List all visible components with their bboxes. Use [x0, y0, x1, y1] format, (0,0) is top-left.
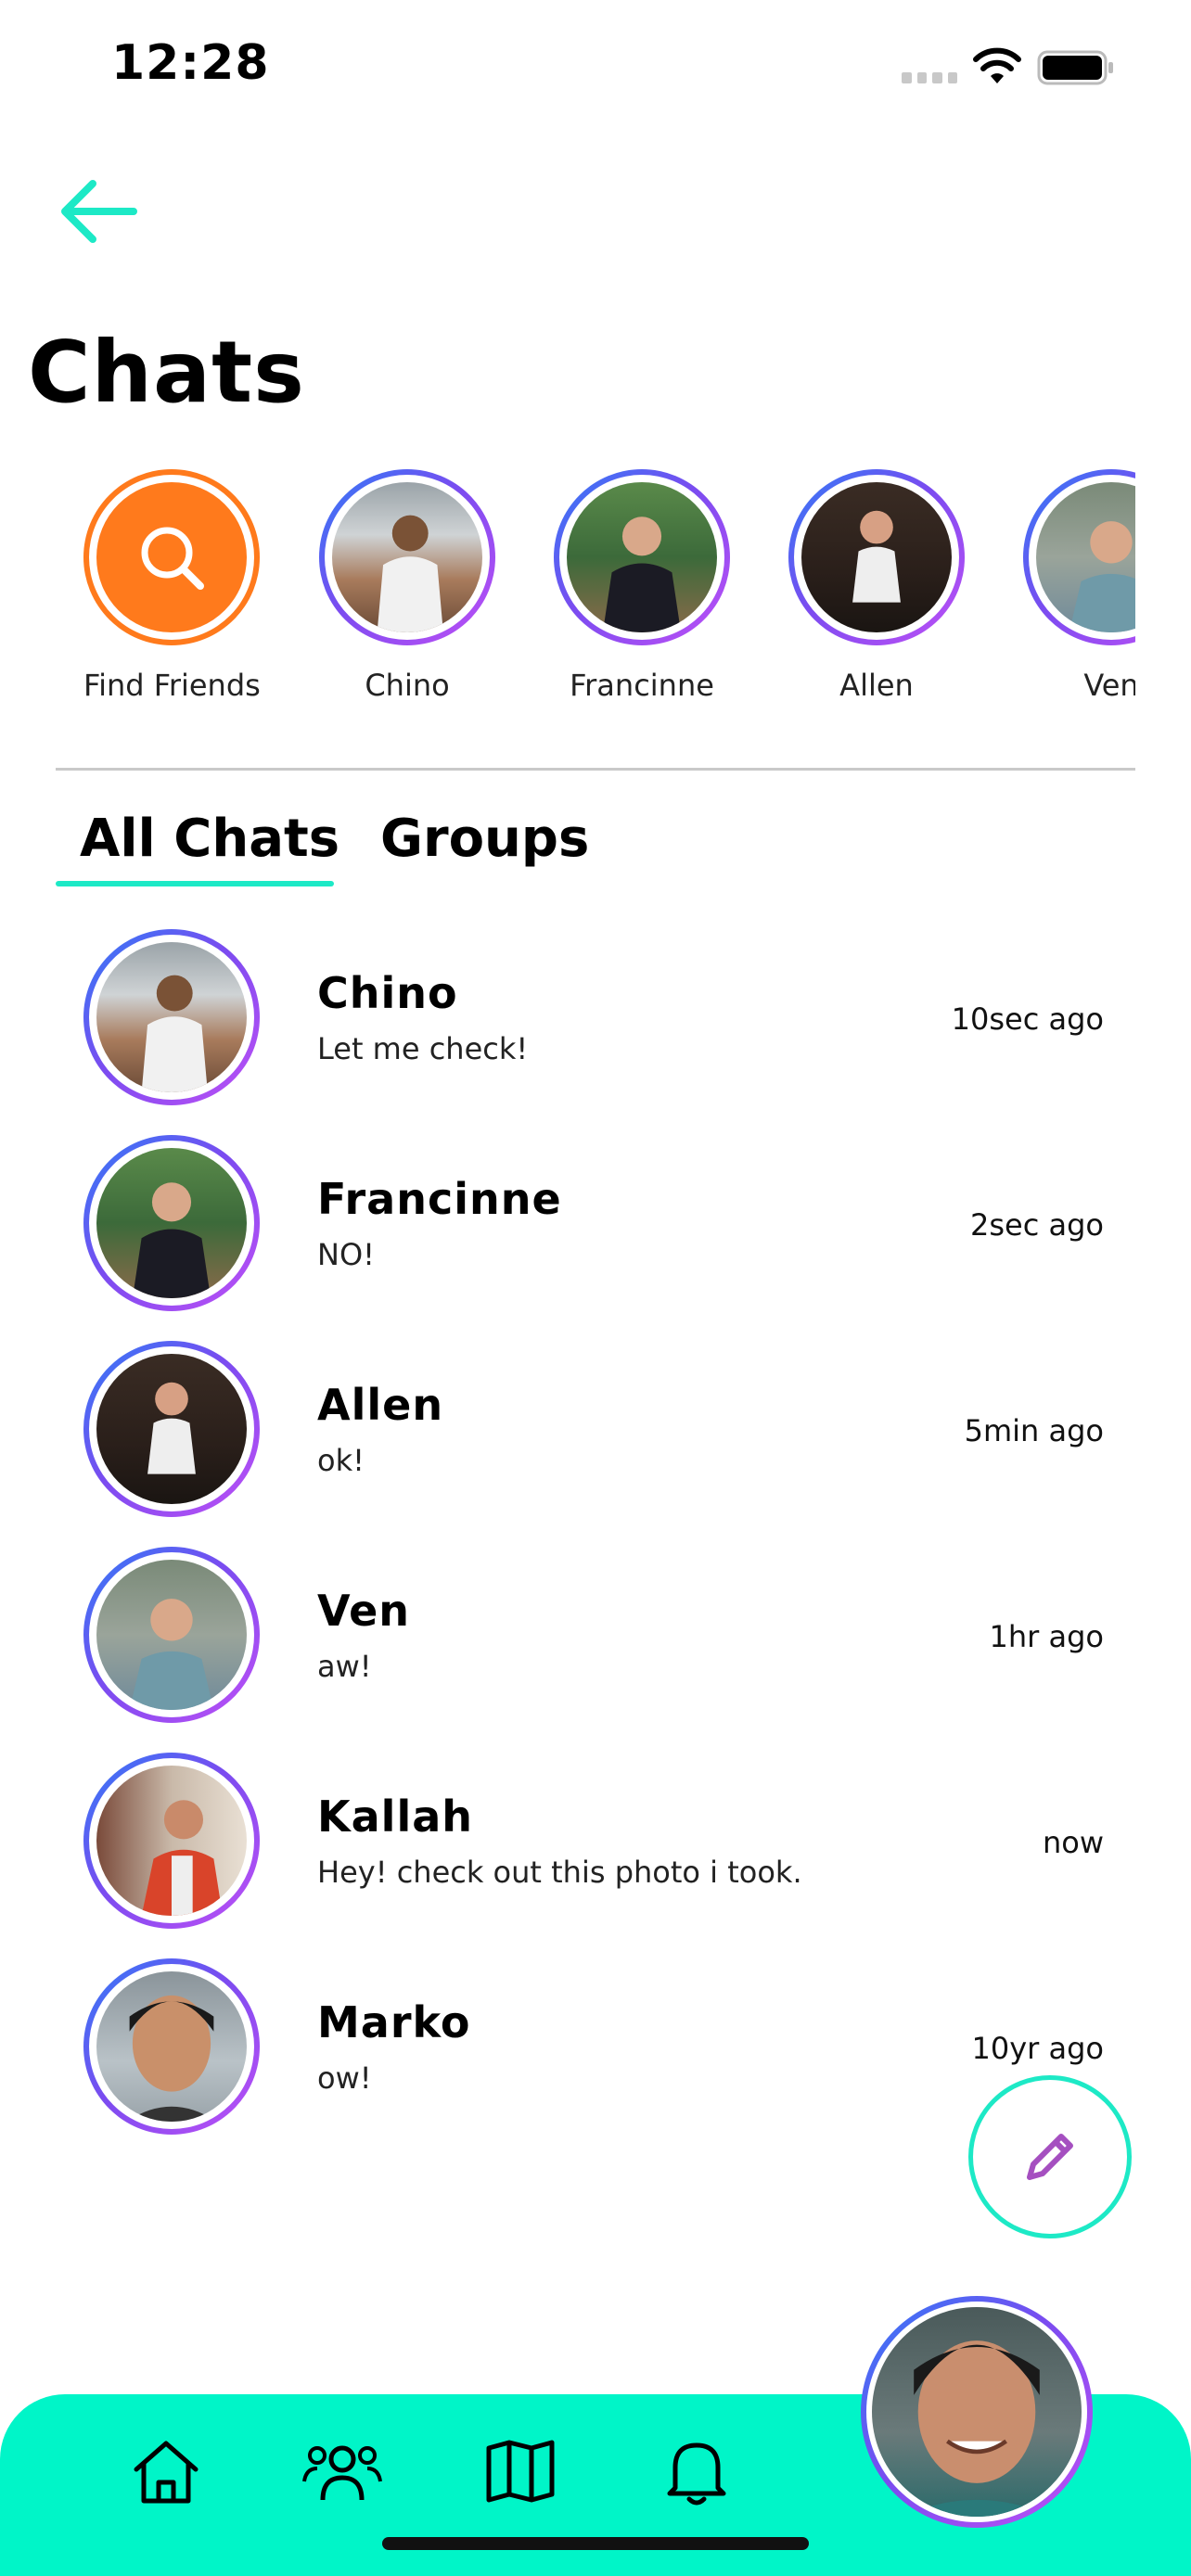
avatar — [1036, 482, 1135, 632]
story-find-friends[interactable]: Find Friends — [83, 469, 261, 703]
chat-time: 5min ago — [964, 1413, 1104, 1448]
chat-name: Kallah — [317, 1792, 474, 1842]
chat-time: 10yr ago — [971, 2031, 1104, 2066]
story-chino[interactable]: Chino — [319, 469, 495, 703]
nav-home[interactable] — [124, 2429, 208, 2513]
home-indicator — [382, 2537, 809, 2550]
compose-button[interactable] — [968, 2075, 1132, 2238]
chat-name: Ven — [317, 1586, 411, 1636]
story-allen[interactable]: Allen — [788, 469, 965, 703]
nav-friends[interactable] — [301, 2429, 384, 2513]
chat-time: 10sec ago — [951, 1001, 1104, 1037]
chat-time: 1hr ago — [989, 1619, 1104, 1654]
story-label: Francinne — [570, 668, 714, 703]
divider — [56, 768, 1135, 771]
avatar — [83, 1135, 260, 1311]
avatar — [83, 1547, 260, 1723]
avatar — [801, 482, 952, 632]
chat-row-ven[interactable]: Ven aw! 1hr ago — [0, 1547, 1191, 1732]
chat-row-allen[interactable]: Allen ok! 5min ago — [0, 1341, 1191, 1526]
search-icon — [141, 527, 204, 590]
chat-time: now — [1042, 1825, 1104, 1860]
nav-map[interactable] — [479, 2429, 562, 2513]
avatar — [83, 1753, 260, 1929]
chat-row-chino[interactable]: Chino Let me check! 10sec ago — [0, 929, 1191, 1115]
story-label: Ven — [1083, 668, 1135, 703]
avatar — [83, 1341, 260, 1517]
status-time: 12:28 — [111, 35, 270, 91]
friends-icon — [302, 2445, 382, 2501]
chat-message: aw! — [317, 1649, 372, 1684]
chat-name: Francinne — [317, 1174, 562, 1224]
chat-name: Allen — [317, 1380, 444, 1430]
avatar — [567, 482, 717, 632]
bell-icon — [667, 2442, 726, 2506]
pencil-icon — [1027, 2134, 1073, 2180]
avatar — [83, 1958, 260, 2135]
story-francinne[interactable]: Francinne — [554, 469, 730, 703]
chat-message: NO! — [317, 1237, 375, 1272]
profile-avatar[interactable] — [861, 2296, 1093, 2528]
tab-groups[interactable]: Groups — [380, 809, 589, 869]
chat-row-kallah[interactable]: Kallah Hey! check out this photo i took.… — [0, 1753, 1191, 1938]
chat-message: Let me check! — [317, 1031, 529, 1066]
battery-icon — [1037, 50, 1113, 85]
home-icon — [134, 2441, 198, 2504]
chat-row-francinne[interactable]: Francinne NO! 2sec ago — [0, 1135, 1191, 1320]
chat-message: Hey! check out this photo i took. — [317, 1855, 802, 1890]
find-friends-button[interactable] — [83, 469, 260, 645]
page-title: Chats — [28, 323, 305, 422]
signal-icon — [902, 72, 957, 83]
chat-name: Chino — [317, 968, 458, 1018]
story-label: Find Friends — [83, 668, 261, 703]
chat-message: ow! — [317, 2060, 372, 2096]
map-icon — [486, 2440, 555, 2503]
chat-message: ok! — [317, 1443, 365, 1478]
stories-row: Find Friends Chino Francinne Allen Ven — [0, 464, 1135, 742]
chat-time: 2sec ago — [970, 1207, 1104, 1243]
story-label: Allen — [839, 668, 914, 703]
avatar — [332, 482, 482, 632]
avatar — [83, 929, 260, 1105]
nav-notifications[interactable] — [655, 2429, 738, 2513]
story-label: Chino — [365, 668, 450, 703]
story-ven[interactable]: Ven — [1023, 469, 1135, 703]
wifi-icon — [973, 47, 1021, 83]
back-arrow-icon[interactable] — [56, 176, 145, 247]
tab-all-chats[interactable]: All Chats — [80, 809, 339, 869]
chat-name: Marko — [317, 1997, 471, 2047]
active-tab-indicator — [56, 881, 334, 886]
